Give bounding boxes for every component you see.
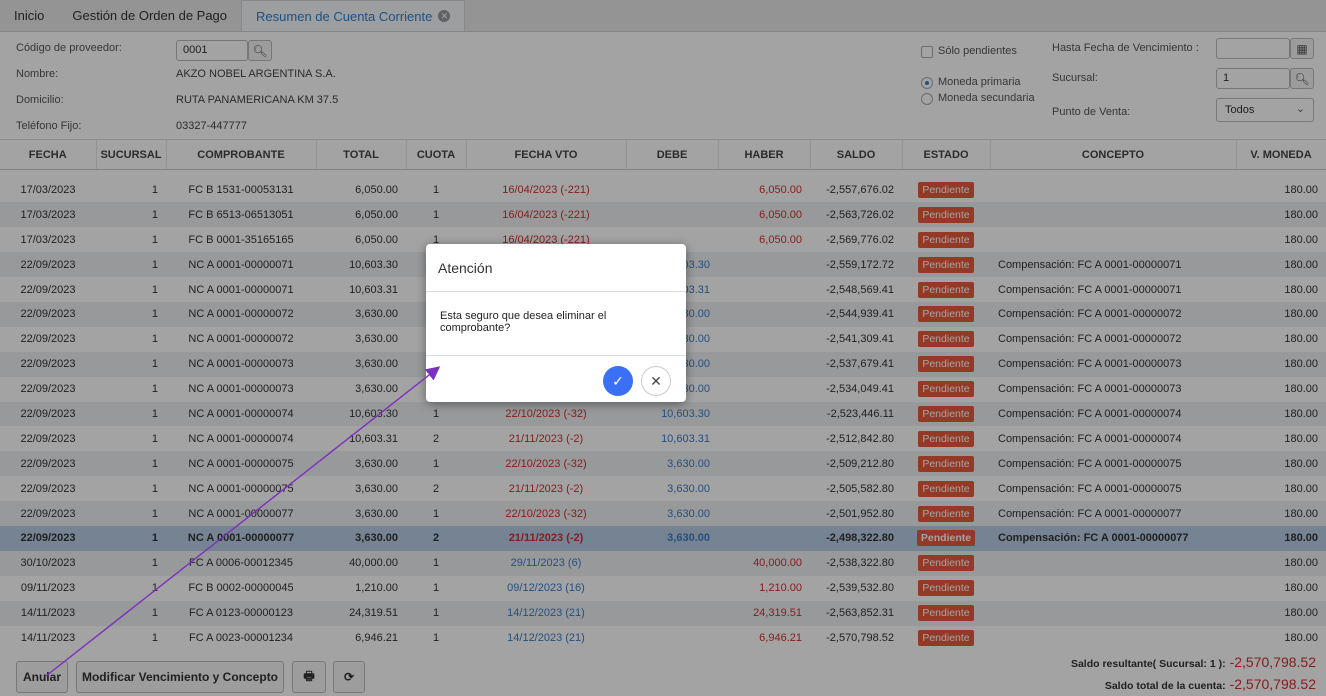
annotation-arrow [45, 366, 441, 677]
